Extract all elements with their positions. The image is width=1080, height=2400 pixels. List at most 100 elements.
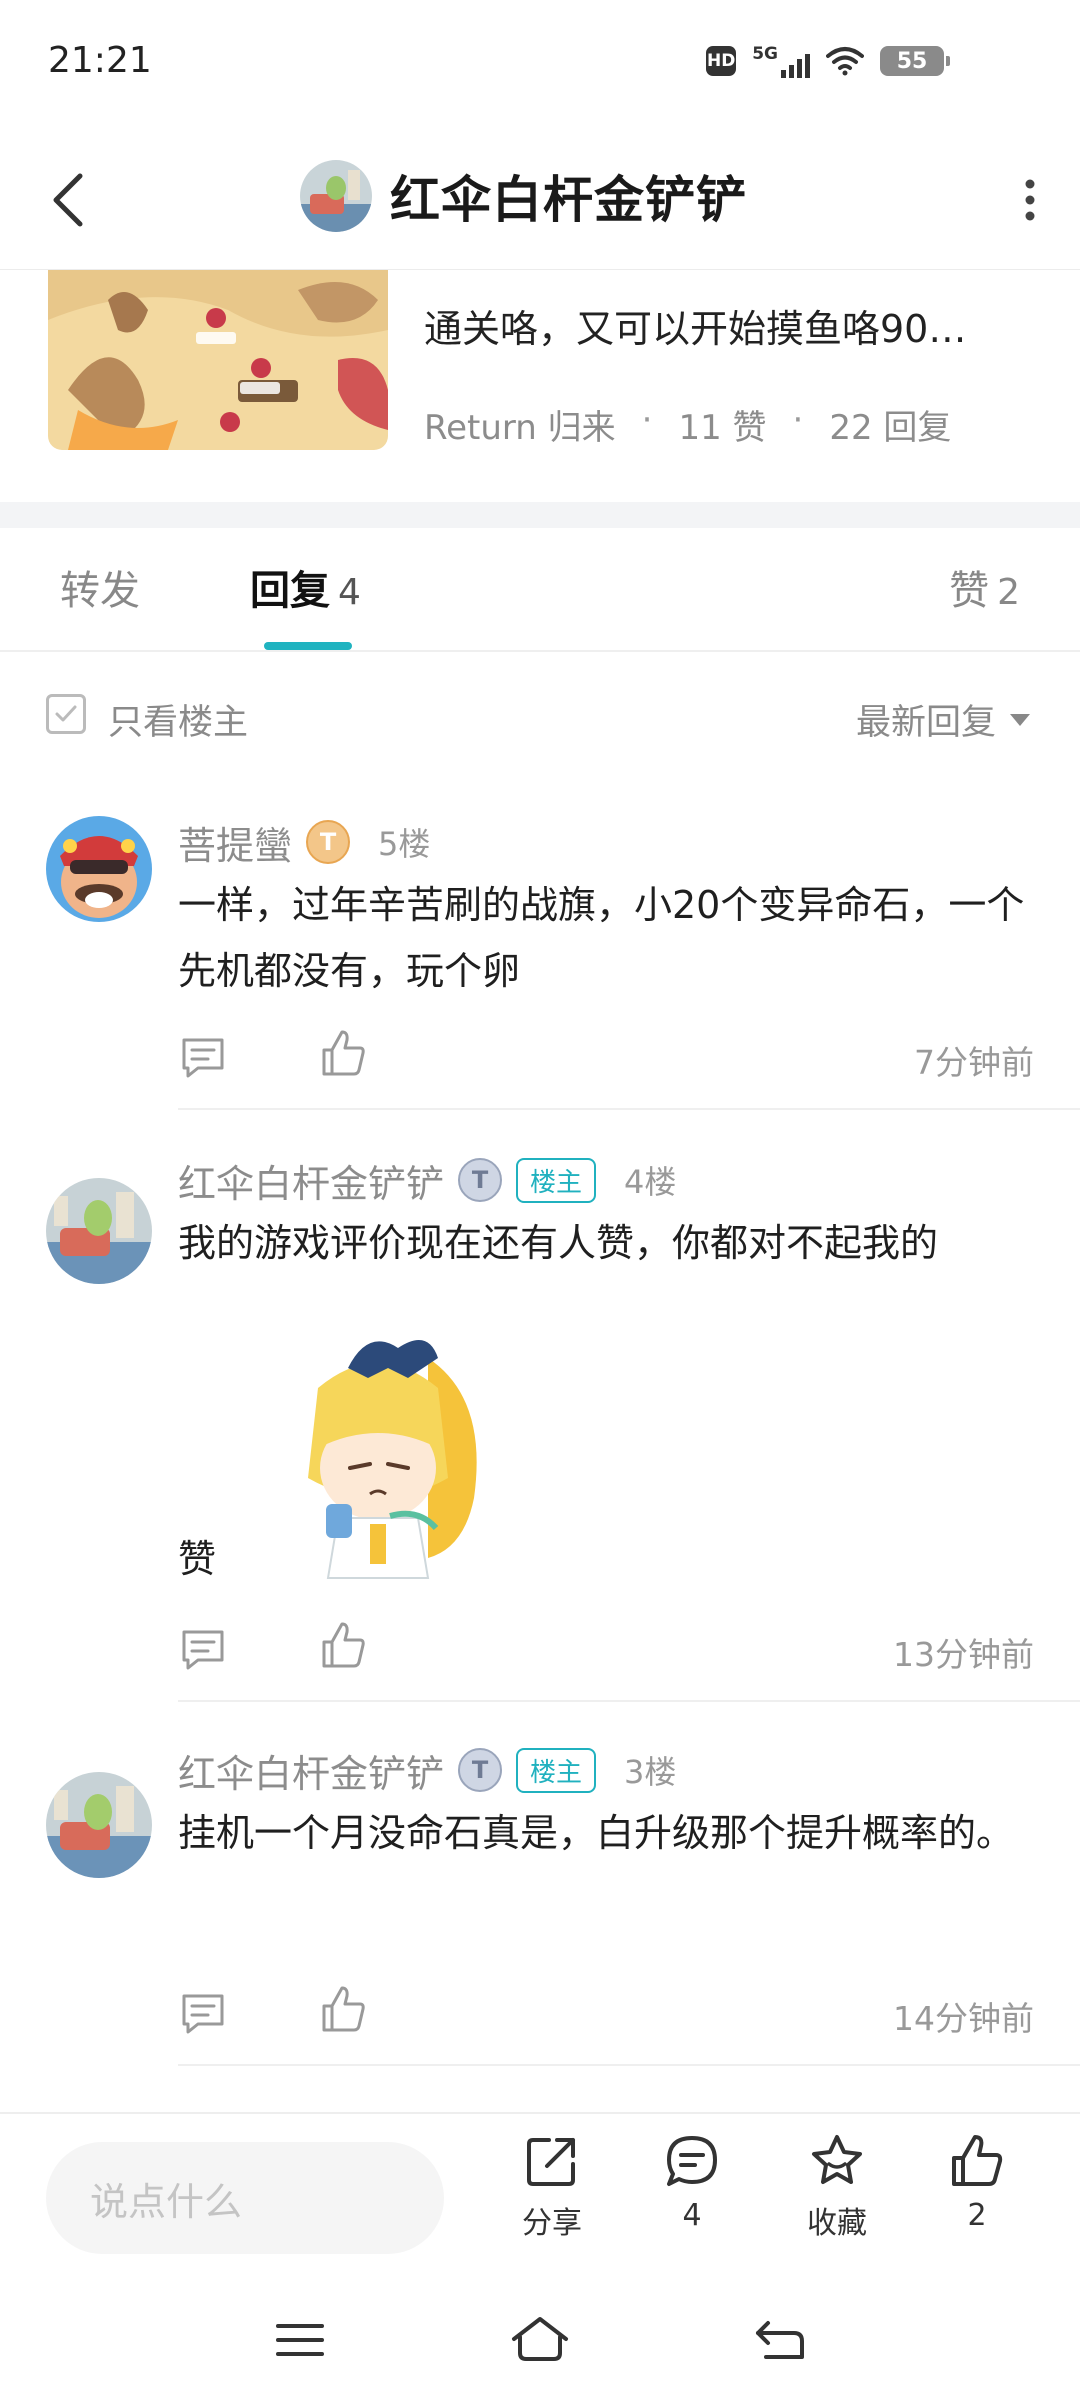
comment-body: 挂机一个月没命石真是，白升级那个提升概率的。 bbox=[178, 1811, 1015, 1855]
comment-body: 我的游戏评价现在还有人赞，你都对不起我的 bbox=[178, 1221, 939, 1265]
top-app-bar: 红伞白杆金铲铲 bbox=[0, 130, 1080, 270]
thumbs-up-icon bbox=[322, 1030, 365, 1076]
reply-button[interactable] bbox=[178, 1988, 228, 2038]
tab-like[interactable]: 赞2 bbox=[949, 558, 1020, 616]
signal-5g-icon: 5G bbox=[752, 44, 810, 78]
tab-reply-label: 回复 bbox=[250, 568, 330, 614]
comment-item: 菩提蠻 T 5楼 一样，过年辛苦刷的战旗，小20个变异命石，一个先机都没有，玩个… bbox=[0, 774, 1080, 1110]
comment-icon bbox=[182, 1630, 224, 1670]
reply-button[interactable] bbox=[178, 1624, 228, 1674]
system-nav-bar bbox=[0, 2278, 1080, 2400]
only-owner-label[interactable]: 只看楼主 bbox=[108, 694, 248, 745]
star-icon bbox=[812, 2135, 862, 2184]
share-button[interactable]: 分享 bbox=[497, 2132, 607, 2242]
floor-number: 3楼 bbox=[624, 1753, 677, 1791]
comment-body: 一样，过年辛苦刷的战旗，小20个变异命石，一个先机都没有，玩个卵 bbox=[178, 883, 1025, 993]
more-button[interactable] bbox=[1000, 160, 1060, 240]
check-icon bbox=[55, 705, 77, 722]
comment-body-tail: 赞 bbox=[178, 1537, 217, 1581]
comment-item: 红伞白杆金铲铲 T 楼主 3楼 挂机一个月没命石真是，白升级那个提升概率的。 1… bbox=[0, 1702, 1080, 2066]
post-replies: 22 回复 bbox=[829, 408, 952, 448]
comment-header: 红伞白杆金铲铲 T 楼主 3楼 bbox=[178, 1742, 676, 1798]
nav-back-button[interactable] bbox=[748, 2308, 812, 2372]
only-owner-checkbox[interactable] bbox=[46, 694, 86, 734]
like-button[interactable] bbox=[318, 1984, 368, 2034]
back-arrow-icon bbox=[756, 2321, 804, 2359]
wifi-icon bbox=[826, 47, 864, 76]
tab-bar: 转发 回复 4 赞2 bbox=[0, 528, 1080, 652]
like-button[interactable] bbox=[318, 1028, 368, 1078]
tab-reply[interactable]: 回复 4 bbox=[250, 558, 361, 616]
back-button[interactable] bbox=[38, 160, 98, 240]
title-group[interactable]: 红伞白杆金铲铲 bbox=[300, 154, 747, 238]
floor-number: 4楼 bbox=[624, 1163, 677, 1201]
share-label: 分享 bbox=[522, 2206, 582, 2241]
chevron-left-icon bbox=[53, 173, 83, 227]
filter-row: 只看楼主 最新回复 bbox=[0, 654, 1080, 774]
network-label: 5G bbox=[752, 44, 778, 64]
comment-header: 菩提蠻 T 5楼 bbox=[178, 814, 430, 870]
meta-separator: · bbox=[641, 400, 653, 440]
comment-username[interactable]: 菩提蠻 bbox=[178, 815, 292, 870]
avatar[interactable] bbox=[46, 1178, 152, 1284]
thumbs-up-icon bbox=[322, 1986, 365, 2032]
status-bar: 21:21 HD 5G 55 bbox=[0, 0, 1080, 110]
thumbs-up-icon bbox=[952, 2135, 1003, 2186]
level-badge: T bbox=[306, 820, 351, 864]
reply-input[interactable]: 说点什么 bbox=[46, 2142, 444, 2254]
tab-forward[interactable]: 转发 bbox=[60, 558, 140, 616]
status-icons: HD 5G 55 bbox=[706, 44, 950, 78]
comment-time: 13分钟前 bbox=[893, 1635, 1034, 1674]
comment-username[interactable]: 红伞白杆金铲铲 bbox=[178, 1743, 444, 1798]
favorite-button[interactable]: 收藏 bbox=[782, 2132, 892, 2242]
tab-like-count: 2 bbox=[997, 572, 1020, 613]
active-tab-indicator bbox=[264, 642, 352, 650]
comment-actions: 14分钟前 bbox=[178, 1982, 1034, 2042]
original-post-card[interactable]: 通关咯，又可以开始摸鱼咯90… Return 归来 · 11 赞 · 22 回复 bbox=[0, 270, 1080, 502]
post-meta: Return 归来 · 11 赞 · 22 回复 bbox=[424, 400, 951, 449]
comment-actions: 7分钟前 bbox=[178, 1026, 1034, 1086]
sort-label: 最新回复 bbox=[855, 703, 996, 743]
comment-icon bbox=[182, 1038, 224, 1078]
post-likes: 11 赞 bbox=[678, 408, 767, 448]
section-divider bbox=[0, 502, 1080, 528]
avatar[interactable] bbox=[46, 816, 152, 922]
nav-menu-button[interactable] bbox=[268, 2308, 332, 2372]
comment-count: 4 bbox=[682, 2198, 702, 2233]
chat-bubble-icon bbox=[667, 2136, 717, 2186]
level-badge: T bbox=[458, 1158, 503, 1202]
favorite-label: 收藏 bbox=[807, 2206, 867, 2241]
comment-username[interactable]: 红伞白杆金铲铲 bbox=[178, 1153, 444, 1208]
level-badge: T bbox=[458, 1748, 503, 1792]
page-title: 红伞白杆金铲铲 bbox=[390, 171, 747, 229]
hd-icon: HD bbox=[706, 46, 737, 76]
comment-time: 14分钟前 bbox=[893, 1999, 1034, 2038]
avatar[interactable] bbox=[46, 1772, 152, 1878]
share-icon bbox=[527, 2138, 575, 2186]
menu-icon bbox=[276, 2324, 324, 2356]
owner-tag: 楼主 bbox=[516, 1747, 597, 1793]
post-like-count: 2 bbox=[967, 2198, 987, 2233]
owner-avatar[interactable] bbox=[300, 160, 372, 232]
sort-dropdown[interactable]: 最新回复 bbox=[856, 694, 1030, 745]
tab-forward-label: 转发 bbox=[60, 568, 140, 614]
status-time: 21:21 bbox=[48, 40, 152, 81]
post-like-button[interactable]: 2 bbox=[922, 2132, 1032, 2233]
owner-tag: 楼主 bbox=[516, 1157, 597, 1203]
floor-number: 5楼 bbox=[378, 825, 431, 863]
tab-reply-count: 4 bbox=[338, 572, 361, 613]
post-author[interactable]: Return 归来 bbox=[424, 400, 616, 449]
home-icon bbox=[512, 2317, 568, 2361]
comment-header: 红伞白杆金铲铲 T 楼主 4楼 bbox=[178, 1152, 676, 1208]
battery-icon: 55 bbox=[880, 46, 950, 76]
comment-icon bbox=[182, 1994, 224, 2034]
comment-actions: 13分钟前 bbox=[178, 1618, 1034, 1678]
post-thumbnail[interactable] bbox=[48, 270, 388, 450]
reply-button[interactable] bbox=[178, 1032, 228, 1082]
like-button[interactable] bbox=[318, 1620, 368, 1670]
nav-home-button[interactable] bbox=[508, 2308, 572, 2372]
post-excerpt: 通关咯，又可以开始摸鱼咯90… bbox=[424, 307, 967, 351]
more-vertical-icon bbox=[1025, 179, 1035, 221]
bottom-action-bar: 说点什么 分享 4 收藏 2 bbox=[0, 2112, 1080, 2278]
comment-count-button[interactable]: 4 bbox=[637, 2132, 747, 2233]
